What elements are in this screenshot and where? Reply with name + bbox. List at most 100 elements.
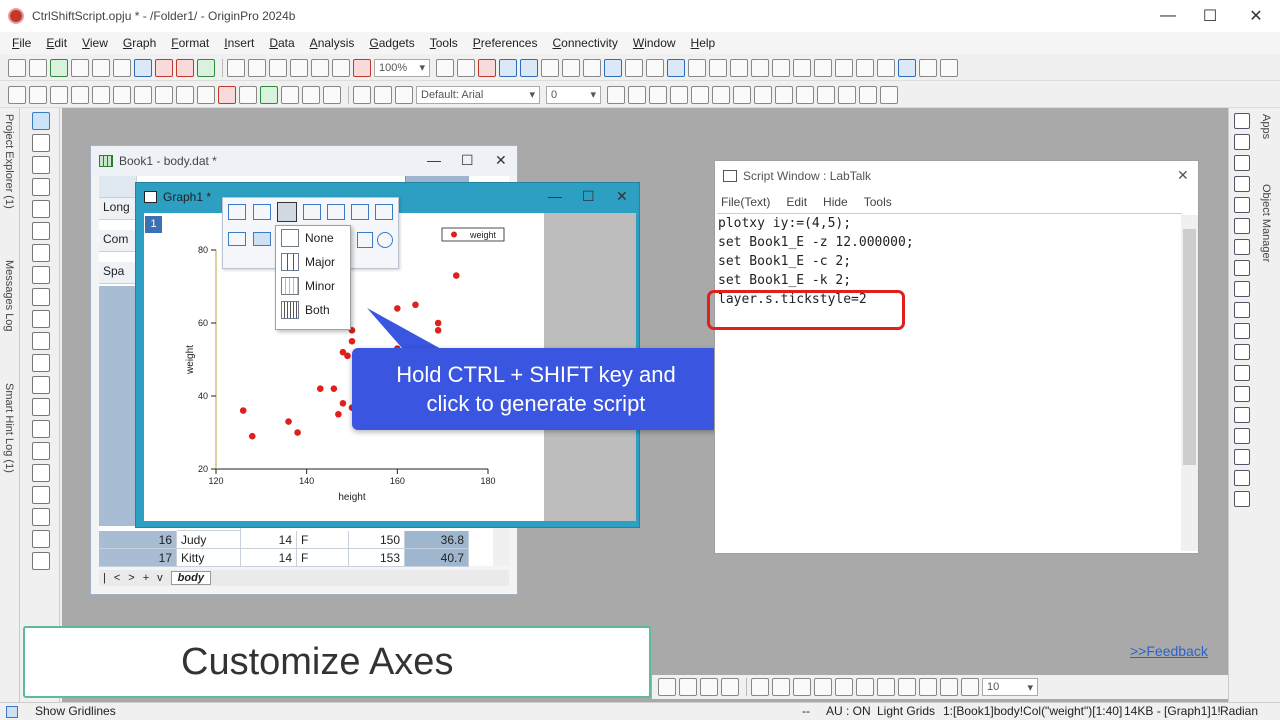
minimize-button[interactable]: —: [1145, 0, 1191, 32]
histogram-icon[interactable]: [772, 58, 790, 77]
new-notes-icon[interactable]: [155, 58, 173, 77]
increase-font-icon[interactable]: [733, 85, 751, 104]
smart-hint-log-tab[interactable]: Smart Hint Log (1): [3, 383, 15, 473]
group-icon[interactable]: [113, 85, 131, 104]
new-image-icon[interactable]: [176, 58, 194, 77]
reset-filter-icon[interactable]: [856, 58, 874, 77]
menu-analysis[interactable]: Analysis: [310, 36, 355, 50]
back-icon[interactable]: [8, 85, 26, 104]
resize-edit-icon[interactable]: [721, 678, 739, 696]
filter-clear-icon[interactable]: [835, 58, 853, 77]
decrease-font-icon[interactable]: [754, 85, 772, 104]
stack-icon[interactable]: [1234, 281, 1250, 297]
axis-xy-icon[interactable]: [1234, 134, 1250, 150]
status-angle-unit[interactable]: Radian: [1220, 704, 1258, 718]
triangle-shape-icon[interactable]: [835, 678, 853, 696]
collapse-icon[interactable]: [50, 85, 68, 104]
axis-yz-icon[interactable]: [1234, 176, 1250, 192]
grid-lines-icon[interactable]: [253, 232, 271, 246]
add-data-icon[interactable]: [260, 85, 278, 104]
cross-shape-icon[interactable]: [898, 678, 916, 696]
axis-position-icon[interactable]: [351, 204, 369, 220]
layout-grid-icon[interactable]: [1234, 260, 1250, 276]
script-scroll-thumb[interactable]: [1183, 229, 1196, 465]
menu-edit[interactable]: Edit: [46, 36, 67, 50]
axis-scale-icon[interactable]: [228, 204, 246, 220]
screen-reader-icon[interactable]: [32, 200, 50, 218]
annotation-icon[interactable]: [32, 332, 50, 350]
sort-icon[interactable]: [688, 58, 706, 77]
tick-major-option[interactable]: Major: [276, 250, 350, 274]
zoom-combo[interactable]: 100% ▾: [374, 58, 430, 77]
script-window-close-button[interactable]: ✕: [1177, 167, 1189, 184]
data-selector-icon[interactable]: [32, 222, 50, 240]
set-as-y-icon[interactable]: [898, 58, 916, 77]
menu-connectivity[interactable]: Connectivity: [552, 36, 617, 50]
cell-height[interactable]: 150: [349, 531, 405, 549]
new-function-icon[interactable]: [113, 58, 131, 77]
folder-icon[interactable]: [99, 176, 137, 198]
new-layout-icon[interactable]: [134, 58, 152, 77]
cut-icon[interactable]: [353, 85, 371, 104]
tick-direction-icon[interactable]: [303, 204, 321, 220]
font-size-combo[interactable]: 0 ▾: [546, 85, 601, 104]
layer-icon[interactable]: [1234, 113, 1250, 129]
region-icon[interactable]: [32, 508, 50, 526]
tick-none-option[interactable]: None: [276, 226, 350, 250]
distribute-icon[interactable]: [1234, 428, 1250, 444]
worksheet-format-icon[interactable]: [176, 85, 194, 104]
script-window[interactable]: Script Window : LabTalk ✕ File(Text) Edi…: [714, 160, 1199, 554]
sheet-tab-body[interactable]: body: [170, 571, 211, 585]
set-column-values-icon[interactable]: [667, 58, 685, 77]
line-icon[interactable]: [796, 85, 814, 104]
superscript-icon[interactable]: [670, 85, 688, 104]
target-icon[interactable]: [32, 552, 50, 570]
menu-format[interactable]: Format: [171, 36, 209, 50]
workbook-title-bar[interactable]: Book1 - body.dat * — ☐ ✕: [91, 146, 517, 176]
cell-sex[interactable]: F: [297, 549, 349, 567]
undo-icon[interactable]: [155, 85, 173, 104]
group-edit-icon[interactable]: [658, 678, 676, 696]
copy-icon[interactable]: [374, 85, 392, 104]
save-project-icon[interactable]: [269, 58, 287, 77]
font-color-icon[interactable]: [817, 85, 835, 104]
filter-icon[interactable]: [814, 58, 832, 77]
menu-gadgets[interactable]: Gadgets: [369, 36, 414, 50]
move-up-icon[interactable]: [71, 85, 89, 104]
gear-icon[interactable]: [377, 232, 393, 248]
tick-minor-option[interactable]: Minor: [276, 274, 350, 298]
cell-weight[interactable]: 40.7: [405, 549, 469, 567]
sheet-list-button[interactable]: v: [157, 572, 163, 584]
arrange-icon[interactable]: [239, 85, 257, 104]
new-folder-icon[interactable]: [29, 58, 47, 77]
open-icon[interactable]: [227, 58, 245, 77]
menu-insert[interactable]: Insert: [224, 36, 254, 50]
script-menu-tools[interactable]: Tools: [864, 195, 892, 209]
command-window-icon[interactable]: [583, 58, 601, 77]
copy-page-icon[interactable]: [457, 58, 475, 77]
align-objects-top-icon[interactable]: [793, 678, 811, 696]
align-left-icon[interactable]: [1234, 323, 1250, 339]
merge-graph-icon[interactable]: [1234, 302, 1250, 318]
align-objects-right-icon[interactable]: [772, 678, 790, 696]
menu-file[interactable]: File: [12, 36, 31, 50]
zoom-out-icon[interactable]: [32, 156, 50, 174]
back-order-icon[interactable]: [1234, 470, 1250, 486]
tick-both-option[interactable]: Both: [276, 298, 350, 322]
line-plot-icon[interactable]: [793, 58, 811, 77]
format-painter-icon[interactable]: [323, 85, 341, 104]
column-plot-icon[interactable]: [730, 58, 748, 77]
set-as-error-icon[interactable]: [940, 58, 958, 77]
new-column-icon[interactable]: [646, 58, 664, 77]
cell-sex[interactable]: F: [297, 531, 349, 549]
trapezoid-shape-icon[interactable]: [856, 678, 874, 696]
pan-icon[interactable]: [32, 486, 50, 504]
subscript-icon[interactable]: [691, 85, 709, 104]
first-sheet-button[interactable]: |: [103, 572, 106, 584]
align-objects-left-icon[interactable]: [751, 678, 769, 696]
axis-dialog-icon[interactable]: [357, 232, 373, 248]
add-sheet-button[interactable]: +: [143, 572, 149, 584]
menu-data[interactable]: Data: [269, 36, 294, 50]
equation-icon[interactable]: [32, 442, 50, 460]
group-objects-icon[interactable]: [1234, 491, 1250, 507]
